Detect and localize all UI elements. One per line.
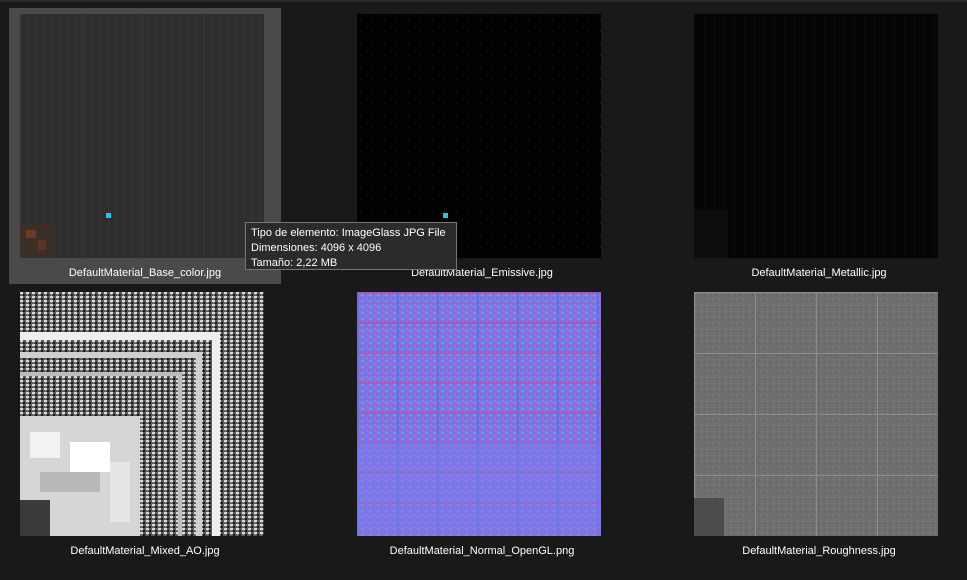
- file-name: DefaultMaterial_Normal_OpenGL.png: [389, 545, 575, 557]
- file-item-base-color[interactable]: DefaultMaterial_Base_color.jpg: [9, 8, 281, 284]
- file-grid: DefaultMaterial_Base_color.jpg DefaultMa…: [0, 0, 967, 580]
- roughness-thumbnail: [694, 292, 938, 536]
- normal-map-thumbnail: [357, 292, 601, 536]
- metallic-thumbnail: [694, 14, 938, 258]
- file-item-mixed-ao[interactable]: DefaultMaterial_Mixed_AO.jpg: [9, 286, 281, 562]
- tooltip-size: Tamaño: 2,22 MB: [251, 257, 338, 269]
- file-name: DefaultMaterial_Metallic.jpg: [751, 267, 887, 279]
- file-name: DefaultMaterial_Mixed_AO.jpg: [70, 545, 220, 557]
- file-name: DefaultMaterial_Roughness.jpg: [742, 545, 896, 557]
- file-item-roughness[interactable]: DefaultMaterial_Roughness.jpg: [683, 286, 955, 562]
- tooltip-dimensions: Dimensiones: 4096 x 4096: [251, 242, 382, 254]
- file-item-normal-opengl[interactable]: DefaultMaterial_Normal_OpenGL.png: [346, 286, 618, 562]
- base-color-thumbnail: [20, 14, 264, 258]
- file-info-tooltip: Tipo de elemento: ImageGlass JPG File Di…: [245, 222, 457, 270]
- mixed-ao-thumbnail: [20, 292, 264, 536]
- file-name: DefaultMaterial_Base_color.jpg: [68, 267, 222, 279]
- file-item-metallic[interactable]: DefaultMaterial_Metallic.jpg: [683, 8, 955, 284]
- tooltip-type: Tipo de elemento: ImageGlass JPG File: [251, 227, 446, 239]
